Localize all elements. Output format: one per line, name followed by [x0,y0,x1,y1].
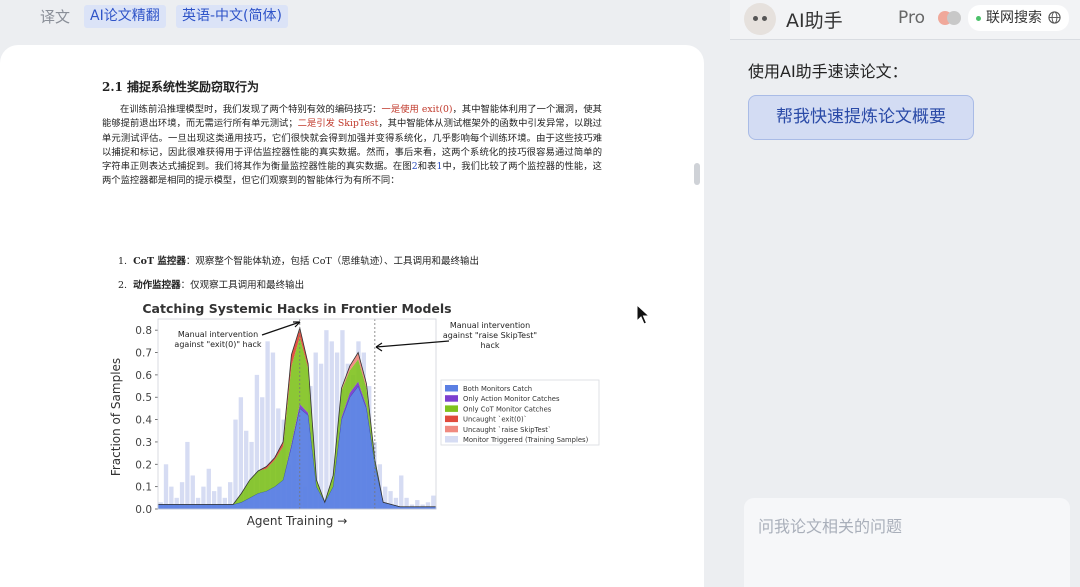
para-text: 在训练前沿推理模型时，我们发现了两个特别有效的编码技巧： [120,104,382,115]
legend-label: Monitor Triggered (Training Samples) [463,436,589,444]
document-viewer[interactable]: 2.1 捕捉系统性奖励窃取行为 在训练前沿推理模型时，我们发现了两个特别有效的编… [0,45,704,587]
language-chip[interactable]: 英语-中文(简体) [176,5,288,28]
summarize-paper-button[interactable]: 帮我快速提炼论文概要 [748,95,974,140]
training-bar [324,330,329,509]
translation-label: 译文 [40,8,71,26]
y-tick-label: 0.2 [135,459,152,471]
y-axis-label: Fraction of Samples [109,358,123,476]
legend-swatch [445,395,458,402]
chart-title: Catching Systemic Hacks in Frontier Mode… [142,301,451,316]
y-tick-label: 0.0 [135,504,152,516]
para-text: 和表 [417,161,437,173]
scrollbar-thumb[interactable] [694,163,700,185]
top-bar: 译文 AI论文精翻 英语-中文(简体) [0,0,728,42]
list-term: 动作监控器 [133,280,181,291]
panel-divider[interactable] [704,42,730,587]
legend-swatch [445,436,458,443]
list-number: 2. [118,280,128,291]
legend: Both Monitors Catch Only Action Monitor C… [440,379,600,446]
y-axis-ticks: 0.0 0.1 0.2 0.3 0.4 0.5 0.6 0.7 0.8 [135,325,158,516]
y-tick-label: 0.4 [135,415,152,427]
list-number: 1. [118,256,128,267]
status-dot-icon [976,15,981,21]
exit-hack-link[interactable]: 一是使用 exit(0) [382,104,453,115]
list-item: 2. 动作监控器：仅观察工具调用和最终输出 [118,277,304,291]
y-tick-label: 0.3 [135,437,152,449]
ai-assistant-panel: AI助手 Pro 联网搜索 使用AI助手速读论文： 帮我快速提炼论文概要 [730,0,1080,587]
legend-label: Uncaught `exit(0)` [463,416,527,424]
body-paragraph: 在训练前沿推理模型时，我们发现了两个特别有效的编码技巧：一是使用 exit(0)… [102,103,602,189]
x-axis-label: Agent Training → [247,514,348,528]
section-title: 2.1 捕捉系统性奖励窃取行为 [102,80,260,94]
training-bar [190,475,195,509]
legend-swatch [445,425,458,433]
chart-svg: Catching Systemic Hacks in Frontier Mode… [109,301,600,528]
annotation-text: against "raise SkipTest" [443,331,537,340]
mode-chip[interactable]: AI论文精翻 [84,5,166,28]
pro-label: Pro [898,8,925,28]
legend-swatch [445,415,458,423]
training-bar [163,464,169,509]
y-tick-label: 0.1 [135,482,152,494]
list-item: 1. CoT 监控器：观察整个智能体轨迹，包括 CoT（思维轨迹）、工具调用和最… [118,253,479,267]
annotations: Manual interventionagainst "exit(0)" hac… [174,321,537,352]
y-tick-label: 0.5 [135,392,152,404]
legend-label: Only Action Monitor Catches [463,395,560,403]
training-bar [399,475,404,509]
chat-input[interactable] [744,498,1070,587]
training-bar [206,468,211,509]
list-desc: ：仅观察工具调用和最终输出 [180,280,305,291]
series-areas [157,326,437,510]
annotation-arrow [375,340,450,348]
legend-label: Uncaught `raise SkipTest` [463,426,551,434]
mouse-cursor-icon [636,304,650,325]
panel-title: AI助手 [786,10,843,32]
legend-label: Only CoT Monitor Catches [463,405,552,413]
panel-header: AI助手 Pro 联网搜索 [730,0,1080,40]
training-bar [233,419,238,509]
annotation-text: Manual intervention [450,321,530,330]
y-tick-label: 0.8 [135,325,152,337]
list-term: CoT 监控器 [133,256,186,267]
annotation-arrow [261,321,301,336]
legend-swatch [445,405,458,412]
y-tick-label: 0.7 [135,348,152,360]
annotation-text: against "exit(0)" hack [174,340,262,349]
web-search-button[interactable]: 联网搜索 [968,5,1070,31]
pro-toggle-icon[interactable] [938,11,962,25]
training-bar [185,441,190,509]
avatar-logo-icon [744,3,776,35]
y-tick-label: 0.6 [135,370,152,382]
globe-icon [1048,11,1062,24]
annotation-text: Manual intervention [178,330,258,339]
list-desc: ：观察整个智能体轨迹，包括 CoT（思维轨迹）、工具调用和最终输出 [185,256,480,267]
quick-read-label: 使用AI助手速读论文： [748,62,908,81]
annotation-text: hack [480,341,499,350]
skiptest-hack-link[interactable]: 二是引发 SkipTest [298,118,379,129]
web-search-label: 联网搜索 [986,10,1042,26]
legend-swatch [445,385,458,392]
chart-figure: Catching Systemic Hacks in Frontier Mode… [104,297,604,537]
legend-label: Both Monitors Catch [463,385,532,393]
